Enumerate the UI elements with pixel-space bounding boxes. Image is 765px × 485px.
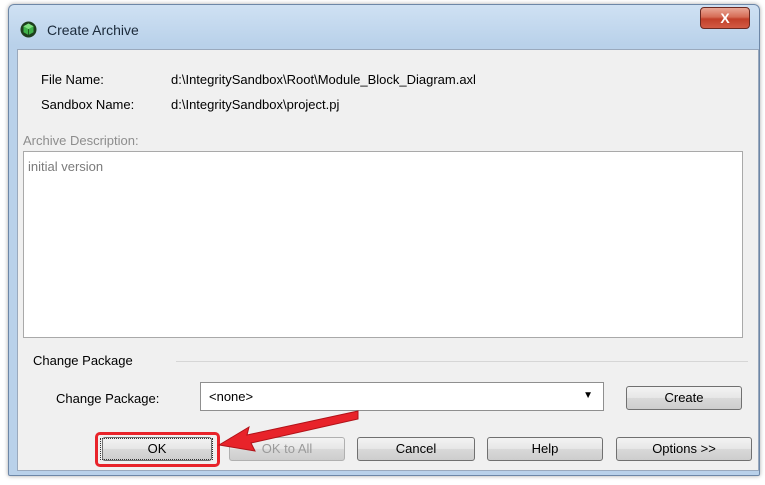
sandbox-name-value: d:\IntegritySandbox\project.pj (171, 97, 340, 112)
chevron-down-icon: ▼ (583, 390, 593, 401)
cancel-button-label: Cancel (395, 441, 437, 456)
file-name-value: d:\IntegritySandbox\Root\Module_Block_Di… (171, 72, 476, 87)
archive-description-label: Archive Description: (23, 133, 139, 148)
ok-button[interactable]: OK (102, 437, 212, 461)
options-button-label: Options >> (652, 441, 716, 456)
create-button-label: Create (664, 390, 704, 405)
help-button-label: Help (531, 441, 559, 456)
close-button[interactable]: X (700, 7, 750, 29)
close-icon: X (720, 10, 730, 26)
change-package-selected: <none> (209, 389, 254, 404)
red-arrow-annotation (217, 410, 359, 452)
change-package-label: Change Package: (56, 391, 160, 406)
change-package-section-title: Change Package (33, 353, 133, 368)
title-bar[interactable]: Create Archive X (9, 5, 759, 47)
help-button[interactable]: Help (487, 437, 603, 461)
sandbox-name-label: Sandbox Name: (41, 97, 135, 112)
cancel-button[interactable]: Cancel (357, 437, 475, 461)
create-button[interactable]: Create (626, 386, 742, 410)
window-title: Create Archive (47, 22, 139, 38)
section-divider (176, 361, 748, 362)
archive-description-text: initial version (28, 159, 104, 174)
file-name-label: File Name: (41, 72, 104, 87)
ok-button-label: OK (147, 441, 167, 456)
app-icon (20, 21, 37, 38)
options-button[interactable]: Options >> (616, 437, 752, 461)
archive-description-textarea[interactable]: initial version (23, 151, 743, 338)
